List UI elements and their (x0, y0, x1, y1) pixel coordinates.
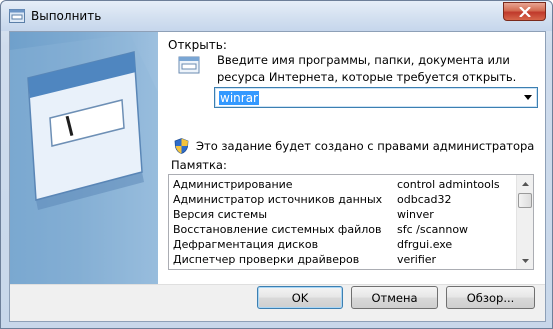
list-item-command: sfc /scannow (397, 223, 469, 236)
list-item-command: dfrgui.exe (397, 238, 453, 251)
list-item-command: winver (397, 208, 434, 221)
open-input-value[interactable]: winrar (219, 91, 259, 105)
combo-dropdown-button[interactable] (519, 89, 536, 106)
ok-button[interactable]: OK (257, 286, 343, 309)
cancel-button[interactable]: Отмена (351, 286, 438, 309)
chevron-down-icon (521, 258, 529, 263)
list-item-name: Администрирование (173, 178, 293, 191)
run-banner-image (10, 32, 158, 284)
scroll-up-button[interactable] (517, 175, 533, 192)
list-item-command: odbcad32 (397, 193, 452, 206)
run-dialog-window: Выполнить Открыть: Введите имя программы… (0, 0, 553, 329)
list-item-name: Дефрагментация дисков (173, 238, 319, 251)
chevron-up-icon (521, 181, 529, 186)
list-item-name: Диспетчер проверки драйверов (173, 253, 360, 266)
uac-shield-icon (174, 138, 189, 154)
close-icon (518, 6, 531, 17)
hint-label: Памятка: (171, 158, 227, 172)
list-item-name: Администратор источников данных (173, 193, 383, 206)
list-item-command: verifier (397, 253, 437, 266)
admin-note-text: Это задание будет создано с правами адми… (196, 139, 535, 153)
chevron-down-icon (523, 95, 532, 100)
list-item-name: Восстановление системных файлов (173, 223, 382, 236)
list-item-command: control admintools (397, 178, 500, 191)
run-banner-art (10, 34, 158, 284)
program-window-icon (178, 56, 200, 74)
scroll-thumb[interactable] (518, 193, 532, 208)
dialog-content-pane: Открыть: Введите имя программы, папки, д… (168, 32, 545, 284)
dialog-client-area: Открыть: Введите имя программы, папки, д… (9, 31, 546, 322)
title-bar[interactable]: Выполнить (1, 1, 552, 31)
run-icon (9, 9, 25, 23)
close-button[interactable] (503, 2, 546, 21)
instruction-text: Введите имя программы, папки, документа … (217, 53, 517, 84)
list-item-name: Версия системы (173, 208, 268, 221)
open-label: Открыть: (168, 38, 227, 52)
browse-button[interactable]: Обзор... (446, 286, 535, 309)
open-combobox[interactable]: winrar (214, 87, 538, 108)
window-title: Выполнить (31, 9, 102, 23)
scroll-down-button[interactable] (517, 252, 533, 269)
vertical-scrollbar[interactable] (516, 175, 533, 269)
hint-listbox[interactable]: Администрирование control admintools Адм… (168, 174, 534, 270)
